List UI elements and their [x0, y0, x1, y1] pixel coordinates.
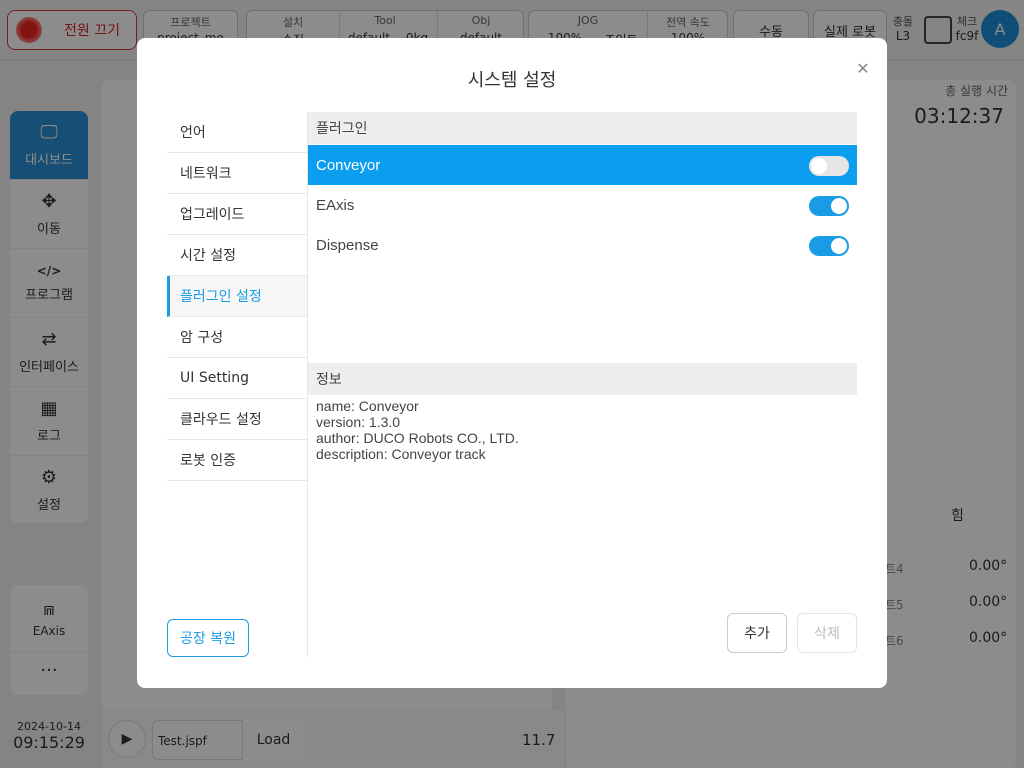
toggle-knob: [831, 238, 847, 254]
menu-item-robot-auth[interactable]: 로봇 인증: [167, 440, 307, 481]
info-line: description: Conveyor track: [316, 446, 486, 462]
plugin-toggle-conveyor[interactable]: [809, 156, 849, 176]
plugin-name: Conveyor: [316, 156, 381, 174]
plugin-row-eaxis[interactable]: EAxis: [308, 185, 857, 225]
toggle-knob: [831, 198, 847, 214]
menu-item-plugin-settings[interactable]: 플러그인 설정: [167, 276, 307, 317]
menu-item-time-settings[interactable]: 시간 설정: [167, 235, 307, 276]
info-line: version: 1.3.0: [316, 414, 401, 430]
menu-item-cloud-settings[interactable]: 클라우드 설정: [167, 399, 307, 440]
delete-plugin-button[interactable]: 삭제: [797, 613, 857, 653]
plugin-name: EAxis: [316, 196, 355, 214]
plugin-info: name: Conveyor version: 1.3.0 author: DU…: [316, 398, 846, 462]
plugin-row-conveyor[interactable]: Conveyor: [308, 145, 857, 185]
menu-item-network[interactable]: 네트워크: [167, 153, 307, 194]
factory-reset-button[interactable]: 공장 복원: [167, 619, 249, 657]
info-line: name: Conveyor: [316, 398, 419, 414]
plugin-toggle-dispense[interactable]: [809, 236, 849, 256]
menu-item-arm-config[interactable]: 암 구성: [167, 317, 307, 358]
plugins-section-header: 플러그인: [308, 112, 857, 144]
settings-menu: 언어 네트워크 업그레이드 시간 설정 플러그인 설정 암 구성 UI Sett…: [167, 112, 307, 481]
toggle-knob: [811, 158, 827, 174]
plugin-toggle-eaxis[interactable]: [809, 196, 849, 216]
menu-item-language[interactable]: 언어: [167, 112, 307, 153]
add-plugin-button[interactable]: 추가: [727, 613, 787, 653]
dialog-title: 시스템 설정: [467, 70, 557, 91]
close-icon[interactable]: ✕: [853, 58, 873, 78]
menu-item-ui-setting[interactable]: UI Setting: [167, 358, 307, 399]
info-line: author: DUCO Robots CO., LTD.: [316, 430, 519, 446]
info-section-header: 정보: [308, 363, 857, 395]
plugin-row-dispense[interactable]: Dispense: [308, 225, 857, 265]
system-settings-dialog: 시스템 설정 ✕ 언어 네트워크 업그레이드 시간 설정 플러그인 설정 암 구…: [137, 38, 887, 688]
menu-item-upgrade[interactable]: 업그레이드: [167, 194, 307, 235]
plugin-name: Dispense: [316, 236, 379, 254]
